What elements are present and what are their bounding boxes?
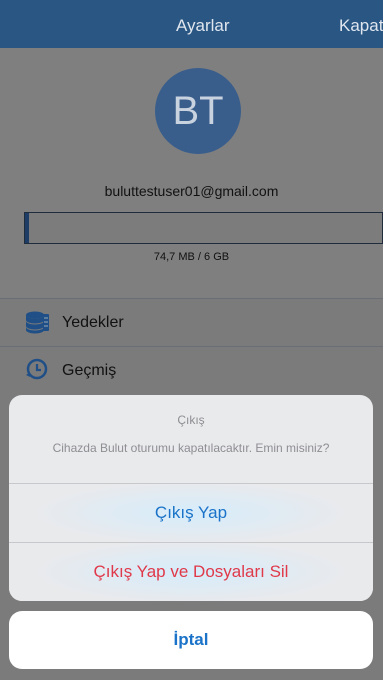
- database-stack-icon: [24, 309, 50, 335]
- action-sheet-title: Çıkış: [177, 413, 205, 427]
- cancel-button[interactable]: İptal: [9, 611, 373, 669]
- page-title: Ayarlar: [176, 16, 230, 35]
- history-clock-icon: [24, 357, 50, 383]
- action-sheet-message: Cihazda Bulut oturumu kapatılacaktır. Em…: [52, 441, 330, 455]
- logout-action-sheet: Çıkış Cihazda Bulut oturumu kapatılacakt…: [9, 395, 373, 601]
- menu-item-label: Yedekler: [62, 314, 124, 331]
- menu-item-backups[interactable]: Yedekler: [0, 298, 383, 346]
- storage-progress-fill: [25, 213, 30, 243]
- menu-item-history[interactable]: Geçmiş: [0, 346, 383, 394]
- profile-section: BT buluttestuser01@gmail.com 74,7 MB / 6…: [0, 48, 383, 298]
- settings-menu: Yedekler Geçmiş: [0, 298, 383, 394]
- navigation-bar: Ayarlar Kapat: [0, 0, 383, 48]
- menu-item-label: Geçmiş: [62, 362, 117, 379]
- storage-usage-text: 74,7 MB / 6 GB: [153, 251, 230, 263]
- avatar: BT: [155, 68, 241, 154]
- close-button[interactable]: Kapat: [339, 16, 383, 36]
- storage-progress-bar: [24, 212, 383, 244]
- account-email: buluttestuser01@gmail.com: [104, 183, 279, 199]
- logout-delete-files-button[interactable]: Çıkış Yap ve Dosyaları Sil: [9, 543, 373, 601]
- logout-button[interactable]: Çıkış Yap: [9, 484, 373, 542]
